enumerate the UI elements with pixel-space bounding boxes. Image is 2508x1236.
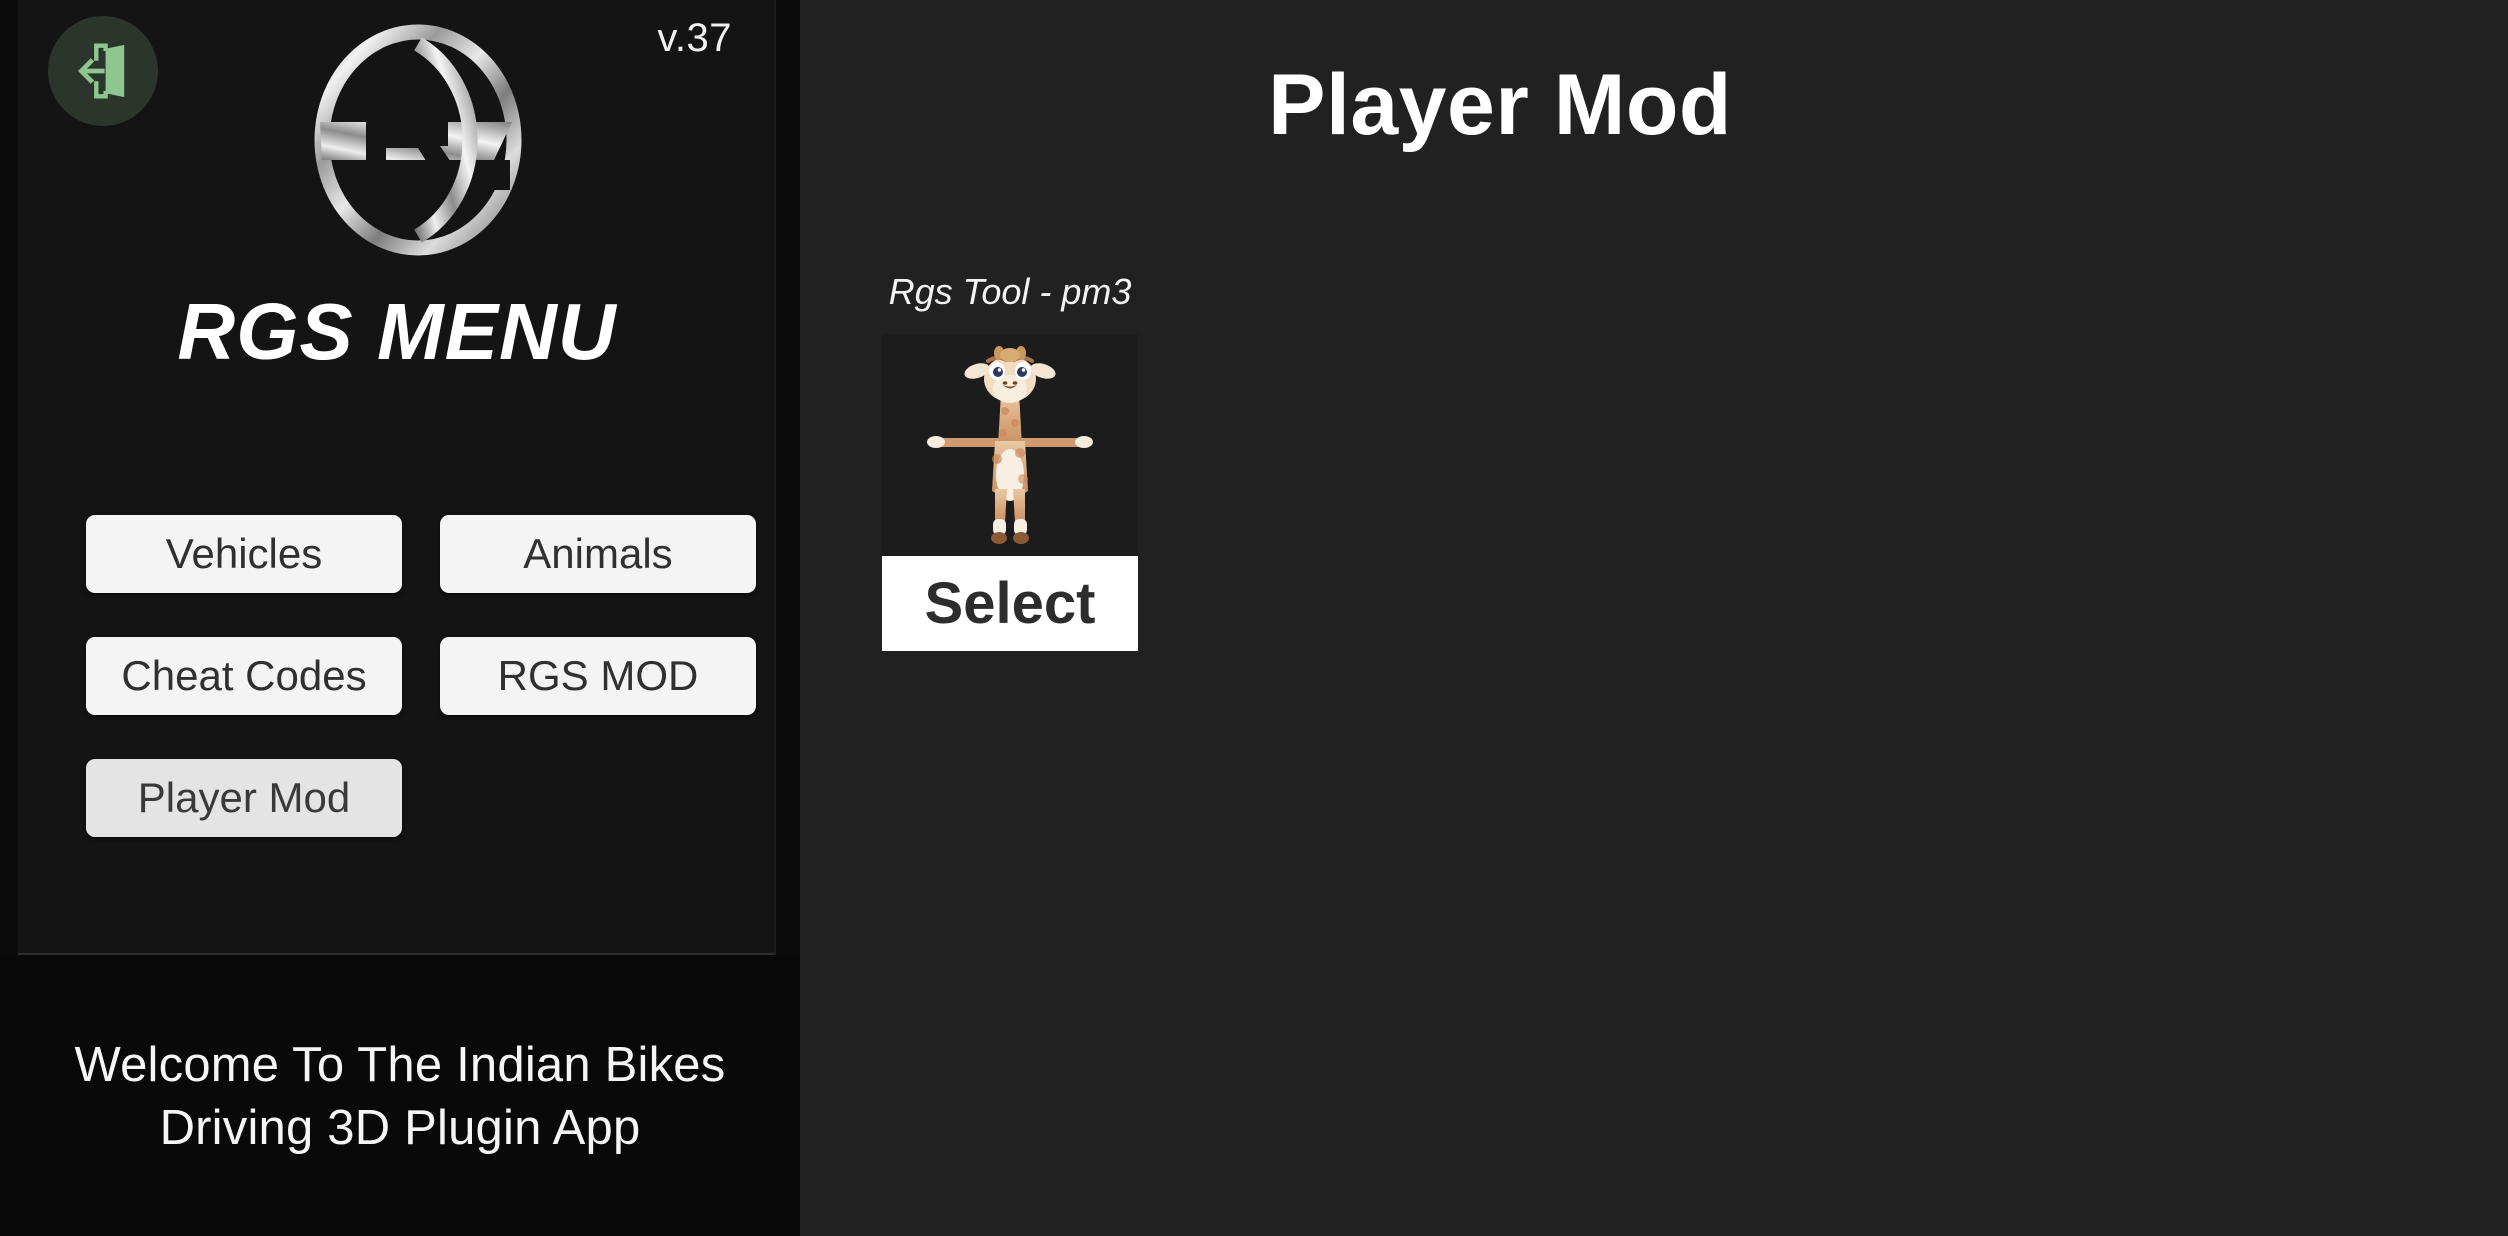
sidebar: v.37 RGS MENU Vehicles Animals Cheat Cod…: [0, 0, 800, 1236]
exit-button[interactable]: [48, 16, 158, 126]
exit-door-icon: [72, 40, 134, 102]
welcome-text: Welcome To The Indian Bikes Driving 3D P…: [74, 1037, 726, 1155]
menu-button-grid: Vehicles Animals Cheat Codes RGS MOD Pla…: [86, 515, 756, 881]
sidebar-item-animals[interactable]: Animals: [440, 515, 756, 593]
menu-panel: v.37 RGS MENU Vehicles Animals Cheat Cod…: [18, 0, 776, 955]
content-title: Player Mod: [1268, 57, 1732, 153]
rgs-logo-icon: [298, 20, 538, 260]
menu-button-row: Vehicles Animals: [86, 515, 756, 593]
welcome-banner: Welcome To The Indian Bikes Driving 3D P…: [0, 957, 800, 1236]
menu-button-row: Player Mod: [86, 759, 756, 837]
mod-item-card: Rgs Tool - pm3 Select: [882, 272, 1202, 651]
sidebar-item-vehicles[interactable]: Vehicles: [86, 515, 402, 593]
select-button[interactable]: Select: [882, 555, 1138, 651]
app-root: v.37 RGS MENU Vehicles Animals Cheat Cod…: [0, 0, 2508, 1236]
mod-item-label: Rgs Tool - pm3: [888, 271, 1132, 312]
content-panel: Player Mod Rgs Tool - pm3 Select: [800, 0, 2508, 1236]
version-label: v.37: [657, 16, 732, 60]
mod-item-preview: [882, 333, 1138, 556]
giraffe-character-model: [915, 341, 1105, 556]
sidebar-item-rgs-mod[interactable]: RGS MOD: [440, 637, 756, 715]
sidebar-item-player-mod[interactable]: Player Mod: [86, 759, 402, 837]
menu-button-row: Cheat Codes RGS MOD: [86, 637, 756, 715]
sidebar-item-cheat-codes[interactable]: Cheat Codes: [86, 637, 402, 715]
page-title: RGS MENU: [177, 287, 617, 376]
